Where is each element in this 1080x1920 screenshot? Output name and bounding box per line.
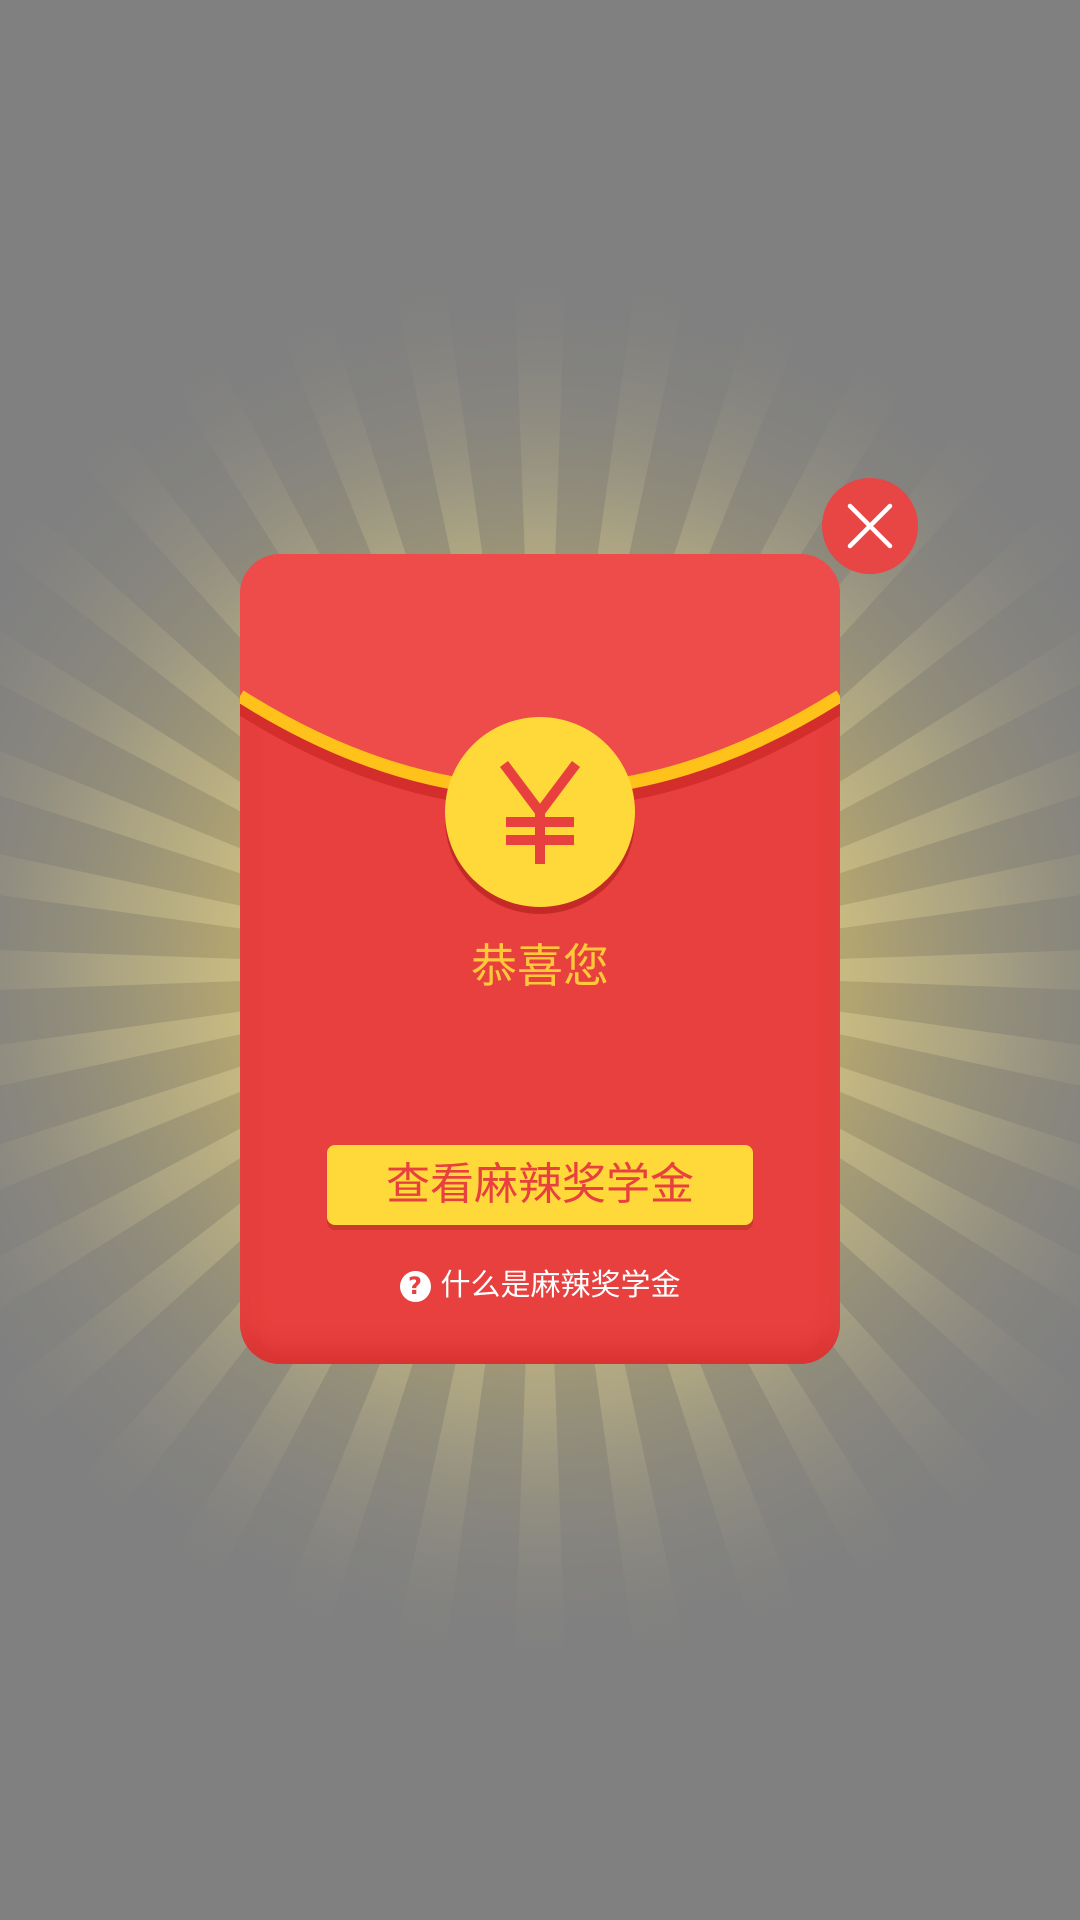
congrats-text: 恭喜您 [471,939,609,993]
help-link[interactable]: ? 什么是麻辣奖学金 [240,1266,840,1306]
red-envelope: 恭喜您 查看麻辣奖学金 ? 什么是麻辣奖学金 [240,554,840,1364]
question-circle-icon: ? [399,1270,431,1302]
coin-button[interactable] [445,717,635,907]
view-scholarship-button[interactable]: 查看麻辣奖学金 [327,1145,753,1225]
help-link-text: 什么是麻辣奖学金 [440,1268,681,1303]
close-icon [847,503,893,549]
yen-icon [500,761,580,864]
